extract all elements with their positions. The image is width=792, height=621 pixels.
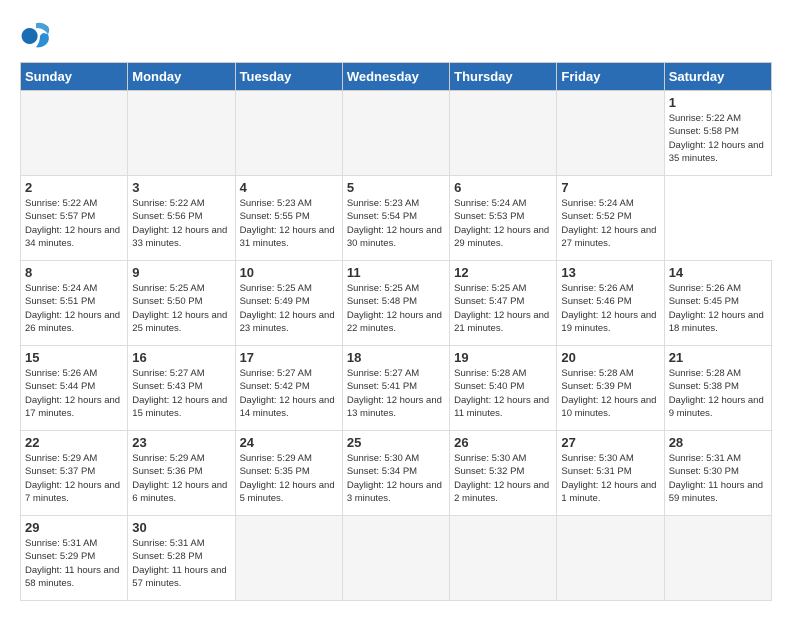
calendar-cell-day-18: 18Sunrise: 5:27 AMSunset: 5:41 PMDayligh… bbox=[342, 346, 449, 431]
calendar-cell-day-23: 23Sunrise: 5:29 AMSunset: 5:36 PMDayligh… bbox=[128, 431, 235, 516]
logo-icon bbox=[20, 20, 52, 52]
column-header-thursday: Thursday bbox=[450, 63, 557, 91]
calendar-cell-empty bbox=[450, 516, 557, 601]
calendar-cell-day-13: 13Sunrise: 5:26 AMSunset: 5:46 PMDayligh… bbox=[557, 261, 664, 346]
calendar-cell-empty bbox=[450, 91, 557, 176]
column-header-saturday: Saturday bbox=[664, 63, 771, 91]
calendar-cell-day-4: 4Sunrise: 5:23 AMSunset: 5:55 PMDaylight… bbox=[235, 176, 342, 261]
calendar-cell-day-9: 9Sunrise: 5:25 AMSunset: 5:50 PMDaylight… bbox=[128, 261, 235, 346]
column-header-wednesday: Wednesday bbox=[342, 63, 449, 91]
page-header bbox=[20, 20, 772, 52]
calendar-cell-day-2: 2Sunrise: 5:22 AMSunset: 5:57 PMDaylight… bbox=[21, 176, 128, 261]
calendar-cell-empty bbox=[342, 516, 449, 601]
calendar-cell-day-21: 21Sunrise: 5:28 AMSunset: 5:38 PMDayligh… bbox=[664, 346, 771, 431]
calendar-cell-day-29: 29Sunrise: 5:31 AMSunset: 5:29 PMDayligh… bbox=[21, 516, 128, 601]
calendar-cell-day-1: 1Sunrise: 5:22 AMSunset: 5:58 PMDaylight… bbox=[664, 91, 771, 176]
calendar-cell-day-28: 28Sunrise: 5:31 AMSunset: 5:30 PMDayligh… bbox=[664, 431, 771, 516]
column-header-friday: Friday bbox=[557, 63, 664, 91]
calendar-cell-day-10: 10Sunrise: 5:25 AMSunset: 5:49 PMDayligh… bbox=[235, 261, 342, 346]
calendar-cell-day-25: 25Sunrise: 5:30 AMSunset: 5:34 PMDayligh… bbox=[342, 431, 449, 516]
calendar-cell-empty bbox=[664, 516, 771, 601]
calendar-cell-day-12: 12Sunrise: 5:25 AMSunset: 5:47 PMDayligh… bbox=[450, 261, 557, 346]
calendar-week-row: 1Sunrise: 5:22 AMSunset: 5:58 PMDaylight… bbox=[21, 91, 772, 176]
calendar-cell-day-7: 7Sunrise: 5:24 AMSunset: 5:52 PMDaylight… bbox=[557, 176, 664, 261]
logo bbox=[20, 20, 56, 52]
calendar-week-row: 8Sunrise: 5:24 AMSunset: 5:51 PMDaylight… bbox=[21, 261, 772, 346]
column-header-monday: Monday bbox=[128, 63, 235, 91]
calendar-cell-day-17: 17Sunrise: 5:27 AMSunset: 5:42 PMDayligh… bbox=[235, 346, 342, 431]
calendar-week-row: 15Sunrise: 5:26 AMSunset: 5:44 PMDayligh… bbox=[21, 346, 772, 431]
calendar-cell-day-27: 27Sunrise: 5:30 AMSunset: 5:31 PMDayligh… bbox=[557, 431, 664, 516]
calendar-cell-day-30: 30Sunrise: 5:31 AMSunset: 5:28 PMDayligh… bbox=[128, 516, 235, 601]
calendar-header-row: SundayMondayTuesdayWednesdayThursdayFrid… bbox=[21, 63, 772, 91]
column-header-tuesday: Tuesday bbox=[235, 63, 342, 91]
calendar-cell-empty bbox=[342, 91, 449, 176]
calendar-cell-day-16: 16Sunrise: 5:27 AMSunset: 5:43 PMDayligh… bbox=[128, 346, 235, 431]
calendar-cell-day-20: 20Sunrise: 5:28 AMSunset: 5:39 PMDayligh… bbox=[557, 346, 664, 431]
calendar-cell-day-15: 15Sunrise: 5:26 AMSunset: 5:44 PMDayligh… bbox=[21, 346, 128, 431]
calendar-cell-day-14: 14Sunrise: 5:26 AMSunset: 5:45 PMDayligh… bbox=[664, 261, 771, 346]
calendar-cell-empty bbox=[128, 91, 235, 176]
calendar-cell-day-26: 26Sunrise: 5:30 AMSunset: 5:32 PMDayligh… bbox=[450, 431, 557, 516]
calendar-cell-day-22: 22Sunrise: 5:29 AMSunset: 5:37 PMDayligh… bbox=[21, 431, 128, 516]
calendar-cell-empty bbox=[557, 91, 664, 176]
calendar-cell-day-11: 11Sunrise: 5:25 AMSunset: 5:48 PMDayligh… bbox=[342, 261, 449, 346]
calendar-week-row: 29Sunrise: 5:31 AMSunset: 5:29 PMDayligh… bbox=[21, 516, 772, 601]
column-header-sunday: Sunday bbox=[21, 63, 128, 91]
calendar-cell-day-3: 3Sunrise: 5:22 AMSunset: 5:56 PMDaylight… bbox=[128, 176, 235, 261]
calendar-cell-empty bbox=[21, 91, 128, 176]
calendar-cell-empty bbox=[235, 91, 342, 176]
calendar-cell-empty bbox=[557, 516, 664, 601]
calendar-week-row: 2Sunrise: 5:22 AMSunset: 5:57 PMDaylight… bbox=[21, 176, 772, 261]
calendar-cell-day-19: 19Sunrise: 5:28 AMSunset: 5:40 PMDayligh… bbox=[450, 346, 557, 431]
calendar-week-row: 22Sunrise: 5:29 AMSunset: 5:37 PMDayligh… bbox=[21, 431, 772, 516]
calendar-cell-day-24: 24Sunrise: 5:29 AMSunset: 5:35 PMDayligh… bbox=[235, 431, 342, 516]
calendar-cell-empty bbox=[235, 516, 342, 601]
calendar-cell-day-8: 8Sunrise: 5:24 AMSunset: 5:51 PMDaylight… bbox=[21, 261, 128, 346]
calendar-cell-day-5: 5Sunrise: 5:23 AMSunset: 5:54 PMDaylight… bbox=[342, 176, 449, 261]
calendar-table: SundayMondayTuesdayWednesdayThursdayFrid… bbox=[20, 62, 772, 601]
calendar-cell-day-6: 6Sunrise: 5:24 AMSunset: 5:53 PMDaylight… bbox=[450, 176, 557, 261]
